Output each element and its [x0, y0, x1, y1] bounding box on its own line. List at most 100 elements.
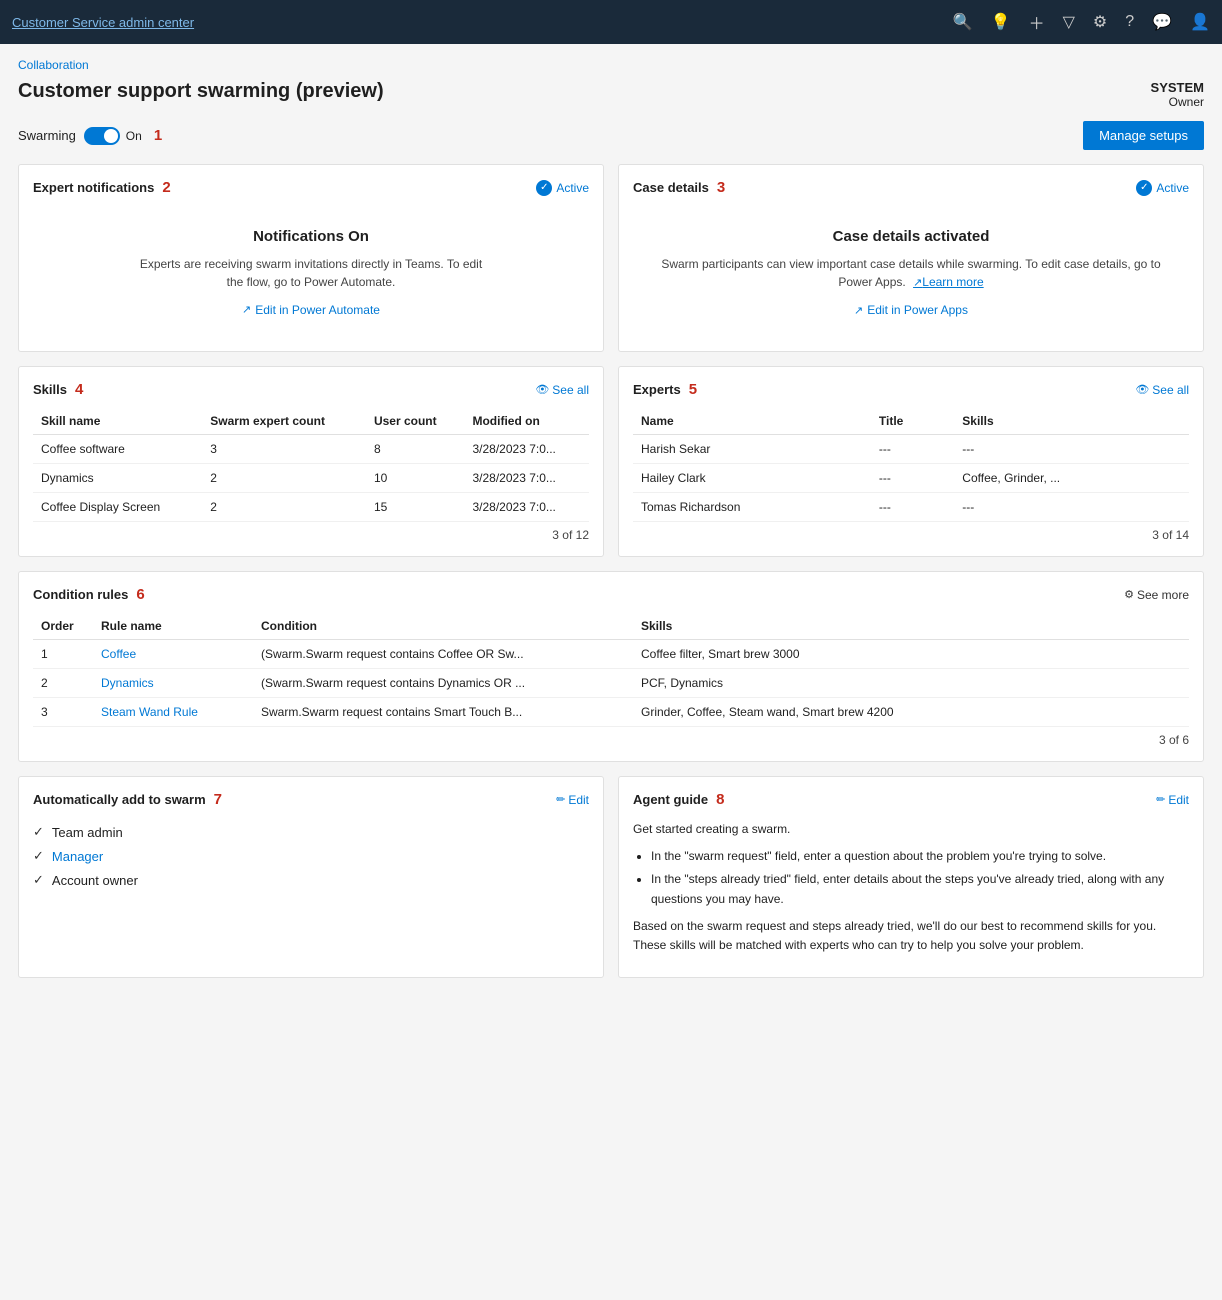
experts-see-all-link[interactable]: See all — [1135, 383, 1189, 397]
condition-rules-see-more-link[interactable]: See more — [1124, 588, 1189, 602]
case-details-desc: Swarm participants can view important ca… — [643, 255, 1179, 292]
expert-name-2: Hailey Clark — [633, 464, 871, 493]
expert-notifications-card: Expert notifications 2 ✓ Active Notifica… — [18, 164, 604, 352]
lightbulb-icon[interactable]: 💡 — [991, 12, 1011, 32]
expert-title-3: --- — [871, 493, 954, 522]
step-1-number: 1 — [154, 127, 162, 144]
step-3-number: 3 — [717, 179, 725, 196]
skill-name-1: Coffee software — [33, 435, 202, 464]
case-active-check-icon: ✓ — [1136, 180, 1152, 196]
experts-col-name: Name — [633, 408, 871, 435]
expert-title-2: --- — [871, 464, 954, 493]
topnav-icons: 🔍 💡 ＋ ▽ ⚙ ? 💬 👤 — [953, 10, 1210, 34]
expert-notif-active-badge: ✓ Active — [536, 180, 589, 196]
table-row: Harish Sekar --- --- — [633, 435, 1189, 464]
edit-power-apps-link[interactable]: Edit in Power Apps — [854, 303, 968, 317]
edit-power-automate-link[interactable]: Edit in Power Automate — [242, 303, 380, 317]
table-row: 3 Steam Wand Rule Swarm.Swarm request co… — [33, 698, 1189, 727]
cr-col-condition: Condition — [253, 613, 633, 640]
auto-swarm-item-3: Account owner — [52, 873, 138, 888]
cr-col-order: Order — [33, 613, 93, 640]
manage-setups-button[interactable]: Manage setups — [1083, 121, 1204, 150]
cr-skills-1: Coffee filter, Smart brew 3000 — [633, 640, 1189, 669]
plus-icon[interactable]: ＋ — [1029, 10, 1045, 34]
person-icon[interactable]: 👤 — [1190, 12, 1210, 32]
cr-col-rulename: Rule name — [93, 613, 253, 640]
swarming-toggle[interactable] — [84, 127, 120, 145]
experts-table: Name Title Skills Harish Sekar --- --- H… — [633, 408, 1189, 522]
cr-skills-2: PCF, Dynamics — [633, 669, 1189, 698]
expert-notif-header: Expert notifications 2 ✓ Active — [33, 179, 589, 196]
breadcrumb[interactable]: Collaboration — [18, 58, 1204, 72]
skill-name-2: Dynamics — [33, 464, 202, 493]
skill-modified-1: 3/28/2023 7:0... — [464, 435, 589, 464]
expert-notif-title: Expert notifications 2 — [33, 179, 171, 196]
list-item: Manager — [33, 844, 589, 868]
skills-experts-grid: Skills 4 See all Skill name Swarm expert… — [18, 366, 1204, 557]
active-check-icon: ✓ — [536, 180, 552, 196]
expert-notif-content: Notifications On Experts are receiving s… — [33, 208, 589, 337]
bottom-cards-grid: Automatically add to swarm 7 Edit Team a… — [18, 776, 1204, 978]
skill-name-3: Coffee Display Screen — [33, 493, 202, 522]
condition-rules-card: Condition rules 6 See more Order Rule na… — [18, 571, 1204, 762]
condition-rules-header: Condition rules 6 See more — [33, 586, 1189, 603]
condition-rules-table: Order Rule name Condition Skills 1 Coffe… — [33, 613, 1189, 727]
agent-guide-card: Agent guide 8 Edit Get started creating … — [618, 776, 1204, 978]
skill-modified-3: 3/28/2023 7:0... — [464, 493, 589, 522]
chat-icon[interactable]: 💬 — [1152, 12, 1172, 32]
page-header-row: Customer support swarming (preview) SYST… — [18, 80, 1204, 109]
system-role: Owner — [1151, 95, 1204, 109]
cr-rulename-3[interactable]: Steam Wand Rule — [93, 698, 253, 727]
filter-icon[interactable]: ▽ — [1063, 12, 1075, 32]
swarming-row: Swarming On 1 Manage setups — [18, 121, 1204, 150]
agent-guide-intro: Get started creating a swarm. — [633, 820, 1189, 839]
case-details-header: Case details 3 ✓ Active — [633, 179, 1189, 196]
help-icon[interactable]: ? — [1125, 13, 1134, 31]
cr-rulename-1[interactable]: Coffee — [93, 640, 253, 669]
main-content: Collaboration Customer support swarming … — [0, 44, 1222, 1300]
skills-count: 3 of 12 — [33, 522, 589, 542]
step-8-number: 8 — [716, 791, 724, 808]
cr-condition-3: Swarm.Swarm request contains Smart Touch… — [253, 698, 633, 727]
condition-rules-count: 3 of 6 — [33, 727, 1189, 747]
skill-expert-2: 2 — [202, 464, 366, 493]
table-row: 2 Dynamics (Swarm.Swarm request contains… — [33, 669, 1189, 698]
search-icon[interactable]: 🔍 — [953, 12, 973, 32]
auto-swarm-list: Team admin Manager Account owner — [33, 820, 589, 892]
cr-order-1: 1 — [33, 640, 93, 669]
auto-swarm-item-2[interactable]: Manager — [52, 849, 103, 864]
swarming-label: Swarming — [18, 128, 76, 143]
cr-order-3: 3 — [33, 698, 93, 727]
agent-guide-edit-link[interactable]: Edit — [1156, 793, 1189, 807]
skills-see-all-link[interactable]: See all — [535, 383, 589, 397]
cr-condition-1: (Swarm.Swarm request contains Coffee OR … — [253, 640, 633, 669]
toggle-container: On — [84, 127, 142, 145]
skills-col-modified: Modified on — [464, 408, 589, 435]
skills-col-user: User count — [366, 408, 465, 435]
auto-swarm-edit-link[interactable]: Edit — [556, 793, 589, 807]
list-item: Account owner — [33, 868, 589, 892]
cr-rulename-2[interactable]: Dynamics — [93, 669, 253, 698]
list-item: Team admin — [33, 820, 589, 844]
expert-name-1: Harish Sekar — [633, 435, 871, 464]
app-title[interactable]: Customer Service admin center — [12, 15, 194, 30]
case-details-card: Case details 3 ✓ Active Case details act… — [618, 164, 1204, 352]
agent-guide-header: Agent guide 8 Edit — [633, 791, 1189, 808]
experts-col-skills: Skills — [954, 408, 1189, 435]
system-name: SYSTEM — [1151, 80, 1204, 95]
experts-header: Experts 5 See all — [633, 381, 1189, 398]
gear-icon[interactable]: ⚙ — [1093, 12, 1107, 32]
table-row: 1 Coffee (Swarm.Swarm request contains C… — [33, 640, 1189, 669]
expert-skills-2: Coffee, Grinder, ... — [954, 464, 1189, 493]
skills-col-expert: Swarm expert count — [202, 408, 366, 435]
learn-more-link[interactable]: Learn more — [913, 275, 984, 289]
auto-swarm-item-1: Team admin — [52, 825, 123, 840]
cr-order-2: 2 — [33, 669, 93, 698]
case-details-active-badge: ✓ Active — [1136, 180, 1189, 196]
cr-skills-3: Grinder, Coffee, Steam wand, Smart brew … — [633, 698, 1189, 727]
step-7-number: 7 — [214, 791, 222, 808]
skills-header: Skills 4 See all — [33, 381, 589, 398]
step-4-number: 4 — [75, 381, 83, 398]
skills-card: Skills 4 See all Skill name Swarm expert… — [18, 366, 604, 557]
list-item: In the "steps already tried" field, ente… — [651, 870, 1189, 908]
